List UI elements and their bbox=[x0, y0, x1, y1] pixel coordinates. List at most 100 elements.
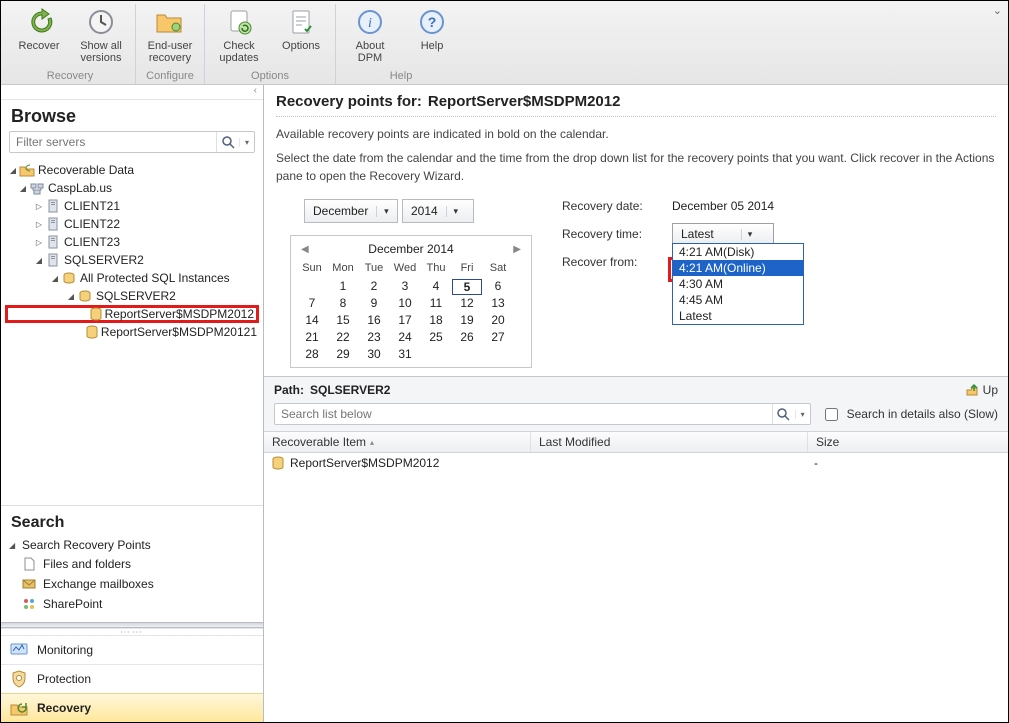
calendar-day[interactable]: 16 bbox=[359, 313, 389, 329]
recovery-time-dropdown[interactable]: Latest ▾ 4:21 AM(Disk)4:21 AM(Online)4:3… bbox=[672, 223, 774, 245]
twisty-icon[interactable]: ▷ bbox=[33, 238, 45, 247]
calendar-next[interactable]: ▶ bbox=[513, 244, 521, 255]
calendar-day[interactable]: 21 bbox=[297, 330, 327, 346]
calendar-day[interactable]: 29 bbox=[328, 347, 358, 363]
calendar-day[interactable]: 9 bbox=[359, 296, 389, 312]
tree-database-highlighted[interactable]: ReportServer$MSDPM2012 bbox=[5, 305, 259, 323]
calendar-day[interactable]: 6 bbox=[483, 279, 513, 295]
recovery-time-option[interactable]: 4:30 AM bbox=[673, 276, 803, 292]
sql-instance-icon bbox=[77, 288, 93, 304]
column-size[interactable]: Size bbox=[808, 432, 1008, 452]
filter-servers-input[interactable] bbox=[10, 132, 216, 152]
calendar-day[interactable]: 26 bbox=[452, 330, 482, 346]
column-recoverable-item[interactable]: Recoverable Item▴ bbox=[264, 432, 531, 452]
svg-text:?: ? bbox=[428, 14, 437, 30]
tree-label: ReportServer$MSDPM20121 bbox=[101, 325, 257, 339]
filter-servers-field[interactable]: ▾ bbox=[9, 131, 255, 153]
calendar-day[interactable]: 15 bbox=[328, 313, 358, 329]
tree-sql-group[interactable]: ◢ All Protected SQL Instances bbox=[5, 269, 259, 287]
up-button[interactable]: Up bbox=[965, 383, 998, 397]
twisty-icon[interactable]: ◢ bbox=[49, 274, 61, 283]
tree-server[interactable]: ▷CLIENT22 bbox=[5, 215, 259, 233]
calendar-day[interactable]: 19 bbox=[452, 313, 482, 329]
help-button[interactable]: ? Help bbox=[402, 4, 462, 64]
search-exchange-mailboxes[interactable]: Exchange mailboxes bbox=[1, 574, 263, 594]
calendar-day[interactable]: 17 bbox=[390, 313, 420, 329]
calendar-day[interactable]: 5 bbox=[452, 279, 482, 295]
calendar-day[interactable]: 23 bbox=[359, 330, 389, 346]
about-dpm-button[interactable]: i About DPM bbox=[340, 4, 400, 64]
calendar-day[interactable]: 8 bbox=[328, 296, 358, 312]
calendar-day[interactable]: 13 bbox=[483, 296, 513, 312]
year-value: 2014 bbox=[403, 202, 446, 220]
calendar-prev[interactable]: ◀ bbox=[301, 244, 309, 255]
search-icon[interactable] bbox=[216, 132, 239, 152]
calendar-day[interactable]: 1 bbox=[328, 279, 358, 295]
show-all-versions-button[interactable]: Show all versions bbox=[71, 4, 131, 64]
recovery-time-option[interactable]: 4:21 AM(Online) bbox=[673, 260, 803, 276]
search-icon[interactable] bbox=[772, 404, 795, 424]
search-files-and-folders[interactable]: Files and folders bbox=[1, 554, 263, 574]
calendar-day[interactable]: 31 bbox=[390, 347, 420, 363]
options-button[interactable]: Options bbox=[271, 4, 331, 64]
table-row[interactable]: ReportServer$MSDPM2012- bbox=[264, 453, 1008, 473]
calendar-day[interactable]: 30 bbox=[359, 347, 389, 363]
recovery-time-option[interactable]: 4:45 AM bbox=[673, 292, 803, 308]
calendar-day[interactable]: 11 bbox=[421, 296, 451, 312]
nav-recovery[interactable]: Recovery bbox=[1, 693, 263, 723]
end-user-recovery-button[interactable]: End-user recovery bbox=[140, 4, 200, 64]
calendar-day[interactable]: 3 bbox=[390, 279, 420, 295]
calendar-day[interactable]: 2 bbox=[359, 279, 389, 295]
year-dropdown[interactable]: 2014 ▾ bbox=[402, 199, 474, 223]
tree-domain[interactable]: ◢ CaspLab.us bbox=[5, 179, 259, 197]
calendar-day[interactable]: 28 bbox=[297, 347, 327, 363]
tree-server[interactable]: ◢SQLSERVER2 bbox=[5, 251, 259, 269]
nav-monitoring[interactable]: Monitoring bbox=[1, 635, 263, 664]
twisty-icon[interactable]: ▷ bbox=[33, 202, 45, 211]
month-dropdown[interactable]: December ▾ bbox=[304, 199, 398, 223]
twisty-icon[interactable]: ◢ bbox=[9, 541, 19, 550]
tree-root[interactable]: ◢ Recoverable Data bbox=[5, 161, 259, 179]
ribbon-collapse-icon[interactable]: ⌄ bbox=[993, 4, 1002, 17]
calendar-day[interactable]: 14 bbox=[297, 313, 327, 329]
ribbon-group-label: Options bbox=[209, 70, 331, 84]
calendar-day[interactable]: 25 bbox=[421, 330, 451, 346]
calendar-day[interactable]: 20 bbox=[483, 313, 513, 329]
sidebar-collapse-icon[interactable]: ‹ bbox=[1, 85, 263, 100]
nav-protection[interactable]: Protection bbox=[1, 664, 263, 693]
search-list-input[interactable] bbox=[275, 404, 772, 424]
up-icon bbox=[965, 383, 979, 397]
check-updates-button[interactable]: Check updates bbox=[209, 4, 269, 64]
calendar-day[interactable]: 18 bbox=[421, 313, 451, 329]
search-sharepoint[interactable]: SharePoint bbox=[1, 594, 263, 614]
calendar-day[interactable]: 12 bbox=[452, 296, 482, 312]
tree-server[interactable]: ▷CLIENT21 bbox=[5, 197, 259, 215]
calendar-day[interactable]: 24 bbox=[390, 330, 420, 346]
calendar-day[interactable]: 22 bbox=[328, 330, 358, 346]
search-list-field[interactable]: ▾ bbox=[274, 403, 811, 425]
twisty-icon[interactable]: ◢ bbox=[33, 256, 45, 265]
tree-sql-instance[interactable]: ◢ SQLSERVER2 bbox=[5, 287, 259, 305]
search-header-label: Search Recovery Points bbox=[22, 538, 151, 552]
search-in-details-checkbox[interactable]: Search in details also (Slow) bbox=[821, 405, 998, 424]
recover-button[interactable]: Recover bbox=[9, 4, 69, 64]
tree-server[interactable]: ▷CLIENT23 bbox=[5, 233, 259, 251]
search-in-details-input[interactable] bbox=[825, 408, 838, 421]
recovery-time-option[interactable]: Latest bbox=[673, 308, 803, 324]
database-icon bbox=[86, 324, 98, 340]
search-dropdown-icon[interactable]: ▾ bbox=[795, 410, 810, 419]
calendar-day[interactable]: 10 bbox=[390, 296, 420, 312]
filter-dropdown-icon[interactable]: ▾ bbox=[239, 138, 254, 147]
search-recovery-points-header[interactable]: ◢ Search Recovery Points bbox=[1, 536, 263, 554]
column-last-modified[interactable]: Last Modified bbox=[531, 432, 808, 452]
twisty-icon[interactable]: ◢ bbox=[7, 166, 19, 175]
twisty-icon[interactable]: ◢ bbox=[17, 184, 29, 193]
nav-grip[interactable]: ⋯⋯ bbox=[1, 628, 263, 635]
calendar-day[interactable]: 27 bbox=[483, 330, 513, 346]
twisty-icon[interactable]: ▷ bbox=[33, 220, 45, 229]
tree-database[interactable]: ReportServer$MSDPM20121 bbox=[5, 323, 259, 341]
recovery-time-option[interactable]: 4:21 AM(Disk) bbox=[673, 244, 803, 260]
calendar-day[interactable]: 4 bbox=[421, 279, 451, 295]
calendar-day[interactable]: 7 bbox=[297, 296, 327, 312]
twisty-icon[interactable]: ◢ bbox=[65, 292, 77, 301]
